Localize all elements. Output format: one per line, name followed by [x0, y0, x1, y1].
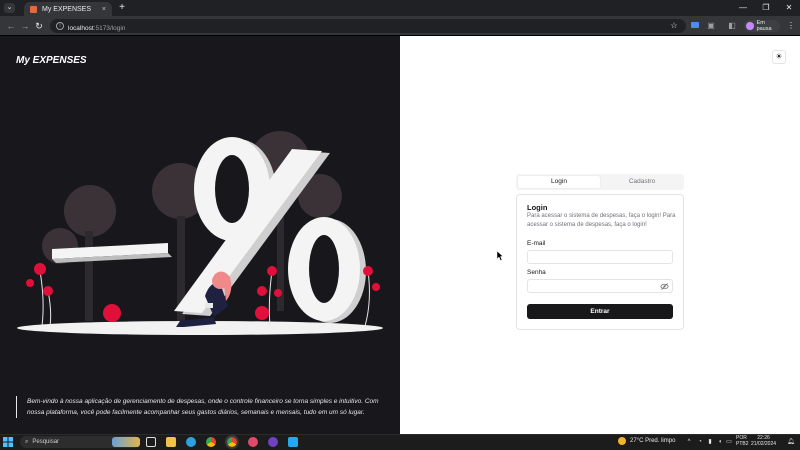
- language-indicator[interactable]: POR PTB2: [736, 435, 749, 447]
- url-path: :5173/login: [93, 25, 126, 32]
- card-title: Login: [527, 203, 548, 212]
- app-icon[interactable]: [248, 437, 258, 447]
- restore-button[interactable]: ❐: [758, 2, 774, 14]
- browser-tab-title: My EXPENSES: [42, 5, 92, 13]
- github-desktop-icon[interactable]: [268, 437, 278, 447]
- avatar: [746, 22, 754, 30]
- extension-icon[interactable]: [690, 21, 700, 31]
- url-host: localhost: [68, 25, 94, 32]
- password-label: Senha: [527, 269, 546, 276]
- eye-off-icon[interactable]: [660, 282, 669, 291]
- search-highlight-image: [112, 437, 140, 447]
- favicon-icon: [30, 5, 37, 13]
- search-icon: ⌕: [25, 438, 29, 445]
- new-tab-button[interactable]: +: [117, 2, 127, 14]
- site-info-icon[interactable]: i: [56, 22, 64, 30]
- hero-panel: My EXPENSES Bem-vindo à nossa aplicação …: [0, 36, 400, 434]
- theme-toggle-button[interactable]: ☀: [772, 50, 786, 64]
- minimize-button[interactable]: —: [735, 2, 751, 14]
- brand-logo: My EXPENSES: [16, 55, 87, 66]
- side-panel-icon[interactable]: ◧: [727, 21, 737, 31]
- chrome-active-icon[interactable]: [225, 435, 239, 449]
- tab-cadastro[interactable]: Cadastro: [601, 176, 683, 188]
- finance-illustration: [17, 131, 383, 335]
- email-label: E-mail: [527, 240, 546, 247]
- tab-search-button[interactable]: ⌄: [4, 3, 15, 13]
- search-placeholder: Pesquisar: [32, 439, 60, 445]
- browser-menu-icon[interactable]: ⋮: [786, 21, 796, 31]
- tray-overflow-icon[interactable]: ^: [686, 438, 692, 446]
- taskbar-search[interactable]: ⌕ Pesquisar: [20, 436, 140, 448]
- file-explorer-icon[interactable]: [166, 437, 176, 447]
- close-window-button[interactable]: ✕: [781, 2, 797, 14]
- weather-sun-icon: [618, 437, 626, 445]
- sun-icon: ☀: [775, 52, 783, 61]
- tab-login[interactable]: Login: [518, 176, 600, 188]
- battery-icon[interactable]: ▭: [726, 438, 732, 446]
- back-arrow-icon[interactable]: ←: [6, 21, 16, 31]
- welcome-text: Bem-vindo à nossa aplicação de gerenciam…: [16, 396, 384, 418]
- bookmark-star-icon[interactable]: ☆: [669, 20, 679, 32]
- weather-widget[interactable]: 27°C Pred. limpo: [618, 437, 675, 445]
- browser-tab[interactable]: My EXPENSES ×: [24, 2, 112, 16]
- network-icon[interactable]: ▮: [707, 438, 713, 446]
- forward-arrow-icon[interactable]: →: [20, 21, 30, 31]
- chrome-icon[interactable]: [206, 437, 216, 447]
- extensions-puzzle-icon[interactable]: ▣: [706, 21, 716, 31]
- system-clock[interactable]: 22:26 21/02/2024: [751, 435, 776, 447]
- email-field[interactable]: [527, 250, 673, 264]
- profile-status: Em pausa: [756, 20, 772, 32]
- task-view-icon[interactable]: [146, 437, 156, 447]
- notification-bell-icon[interactable]: 🔔︎: [787, 438, 795, 446]
- clock-date: 21/02/2024: [751, 441, 777, 447]
- card-description: Para acessar o sistema de despesas, faça…: [527, 213, 676, 228]
- address-bar[interactable]: i localhost:5173/login: [50, 19, 686, 33]
- reload-icon[interactable]: ↻: [34, 21, 44, 31]
- vscode-icon[interactable]: [288, 437, 298, 447]
- login-submit-button[interactable]: Entrar: [527, 304, 673, 319]
- volume-icon[interactable]: ◖: [717, 438, 723, 446]
- password-field[interactable]: [527, 279, 673, 293]
- tray-app-icon[interactable]: ◔: [697, 438, 703, 446]
- mouse-cursor-icon: [497, 251, 504, 261]
- weather-text: 27°C Pred. limpo: [630, 438, 676, 444]
- close-tab-icon[interactable]: ×: [102, 6, 106, 13]
- profile-button[interactable]: Em pausa: [744, 20, 780, 32]
- edge-icon[interactable]: [186, 437, 196, 447]
- windows-start-icon[interactable]: [3, 437, 13, 447]
- keyboard-layout: PTB2: [736, 441, 749, 447]
